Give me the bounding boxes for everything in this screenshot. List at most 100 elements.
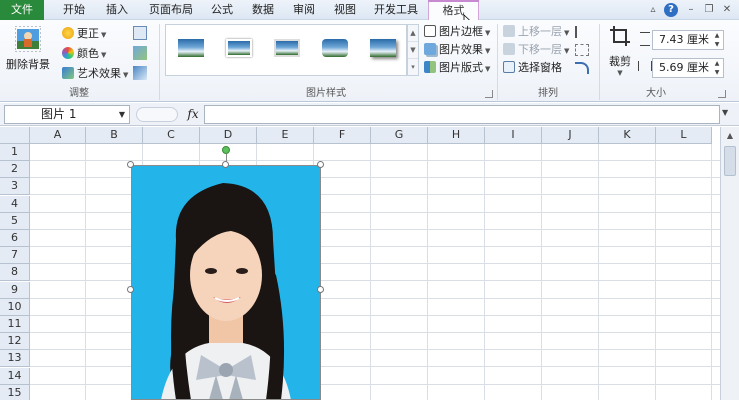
column-header[interactable]: I [485,127,542,144]
tab-review[interactable]: 审阅 [286,0,322,20]
group-separator [159,24,160,100]
resize-handle-right[interactable] [317,286,324,293]
grid-vline [711,144,712,400]
row-header[interactable]: 3 [0,178,30,196]
window-restore-icon[interactable]: ❐ [702,3,716,17]
column-header[interactable]: B [86,127,143,144]
crop-label: 裁剪 [609,55,631,68]
expand-formula-bar-icon[interactable]: ▼ [722,108,728,117]
picture-style-5[interactable] [366,33,400,63]
gallery-more-icon[interactable]: ▾ [408,59,418,76]
tab-formulas[interactable]: 公式 [204,0,240,20]
column-header[interactable]: C [143,127,200,144]
send-backward-button[interactable]: 下移一层 ▼ [503,42,569,58]
row-header[interactable]: 9 [0,281,30,299]
bring-forward-button[interactable]: 上移一层 ▼ [503,24,569,40]
resize-handle-top-left[interactable] [127,161,134,168]
gallery-up-icon[interactable]: ▲ [408,25,418,42]
remove-background-button[interactable]: 删除背景 [5,26,51,72]
tab-data[interactable]: 数据 [245,0,281,20]
window-close-icon[interactable]: ✕ [720,3,734,17]
resize-handle-left[interactable] [127,286,134,293]
row-header[interactable]: 10 [0,298,30,316]
align-icon[interactable] [575,26,589,38]
formula-bar-splitter[interactable] [136,107,178,122]
scroll-up-icon[interactable]: ▲ [721,127,739,144]
row-header[interactable]: 11 [0,316,30,333]
row-header[interactable]: 4 [0,195,30,213]
select-all-corner[interactable] [0,127,30,144]
rotation-handle[interactable] [222,146,230,154]
crop-button[interactable]: 裁剪 ▼ [604,24,636,77]
corrections-button[interactable]: 更正 ▼ [62,26,106,42]
group-icon[interactable] [575,44,589,56]
row-header[interactable]: 2 [0,161,30,179]
column-header[interactable]: J [542,127,599,144]
height-spinner[interactable]: ▲ ▼ [711,31,723,49]
gallery-scroll[interactable]: ▲ ▼ ▾ [407,24,419,76]
row-header[interactable]: 1 [0,144,30,161]
width-field[interactable]: 5.69 厘米 ▲ ▼ [652,58,724,78]
compress-icon[interactable] [133,26,147,40]
row-header[interactable]: 5 [0,212,30,230]
width-spinner[interactable]: ▲ ▼ [711,59,723,77]
selection-pane-button[interactable]: 选择窗格 [503,60,562,76]
column-header[interactable]: A [30,127,86,144]
grid-vline [598,144,599,400]
tab-home[interactable]: 开始 [54,0,94,20]
ribbon-tab-bar: 文件 开始 插入 页面布局 公式 数据 审阅 视图 开发工具 格式 ▵ ? – … [0,0,739,28]
chevron-down-icon[interactable]: ▼ [119,106,125,123]
column-header[interactable]: K [599,127,656,144]
remove-background-label: 删除背景 [6,58,50,71]
name-box-value: 图片 1 [41,107,77,121]
change-picture-icon[interactable] [133,46,147,60]
row-header[interactable]: 8 [0,264,30,282]
row-header[interactable]: 12 [0,333,30,351]
picture-style-2[interactable] [222,33,256,63]
column-header[interactable]: E [257,127,314,144]
insert-function-icon[interactable]: fx [183,106,203,123]
worksheet-grid[interactable]: ABCDEFGHIJKL 1 2 3 4 5 6 7 8 9 10 11 12 13 14 15 [0,127,739,400]
group-separator [599,24,600,100]
formula-input[interactable] [204,105,720,124]
row-header[interactable]: 14 [0,367,30,385]
row-header[interactable]: 13 [0,350,30,368]
tab-developer[interactable]: 开发工具 [368,0,424,20]
resize-handle-top[interactable] [222,161,229,168]
scrollbar-thumb[interactable] [724,146,736,176]
vertical-scrollbar[interactable]: ▲ [720,127,739,400]
column-header[interactable]: G [371,127,428,144]
tab-page-layout[interactable]: 页面布局 [143,0,199,20]
row-header[interactable]: 7 [0,247,30,265]
artistic-effects-button[interactable]: 艺术效果 ▼ [62,66,128,82]
resize-handle-top-right[interactable] [317,161,324,168]
tab-file[interactable]: 文件 [0,0,44,20]
tab-view[interactable]: 视图 [327,0,363,20]
window-minimize-icon[interactable]: – [684,3,698,17]
picture-style-1[interactable] [174,33,208,63]
tab-insert[interactable]: 插入 [97,0,137,20]
column-header[interactable]: F [314,127,371,144]
color-button[interactable]: 颜色 ▼ [62,46,106,62]
picture-layout-button[interactable]: 图片版式 ▼ [424,60,490,76]
picture-styles-launcher-icon[interactable] [485,90,493,98]
selected-picture[interactable] [131,165,321,400]
column-header[interactable]: D [200,127,257,144]
row-header[interactable]: 6 [0,230,30,247]
picture-effects-button[interactable]: 图片效果 ▼ [424,42,490,58]
picture-style-3[interactable] [270,33,304,63]
minimize-ribbon-icon[interactable]: ▵ [646,3,660,17]
picture-style-4[interactable] [318,33,352,63]
size-launcher-icon[interactable] [718,90,726,98]
help-icon[interactable]: ? [664,3,678,17]
gallery-down-icon[interactable]: ▼ [408,42,418,59]
send-backward-icon [503,43,515,55]
column-header[interactable]: H [428,127,485,144]
row-header[interactable]: 15 [0,384,30,400]
name-box[interactable]: 图片 1 ▼ [4,105,130,124]
picture-border-button[interactable]: 图片边框 ▼ [424,24,490,40]
reset-picture-icon[interactable] [133,66,147,80]
height-field[interactable]: 7.43 厘米 ▲ ▼ [652,30,724,50]
column-header[interactable]: L [656,127,712,144]
rotate-icon[interactable] [575,62,589,74]
